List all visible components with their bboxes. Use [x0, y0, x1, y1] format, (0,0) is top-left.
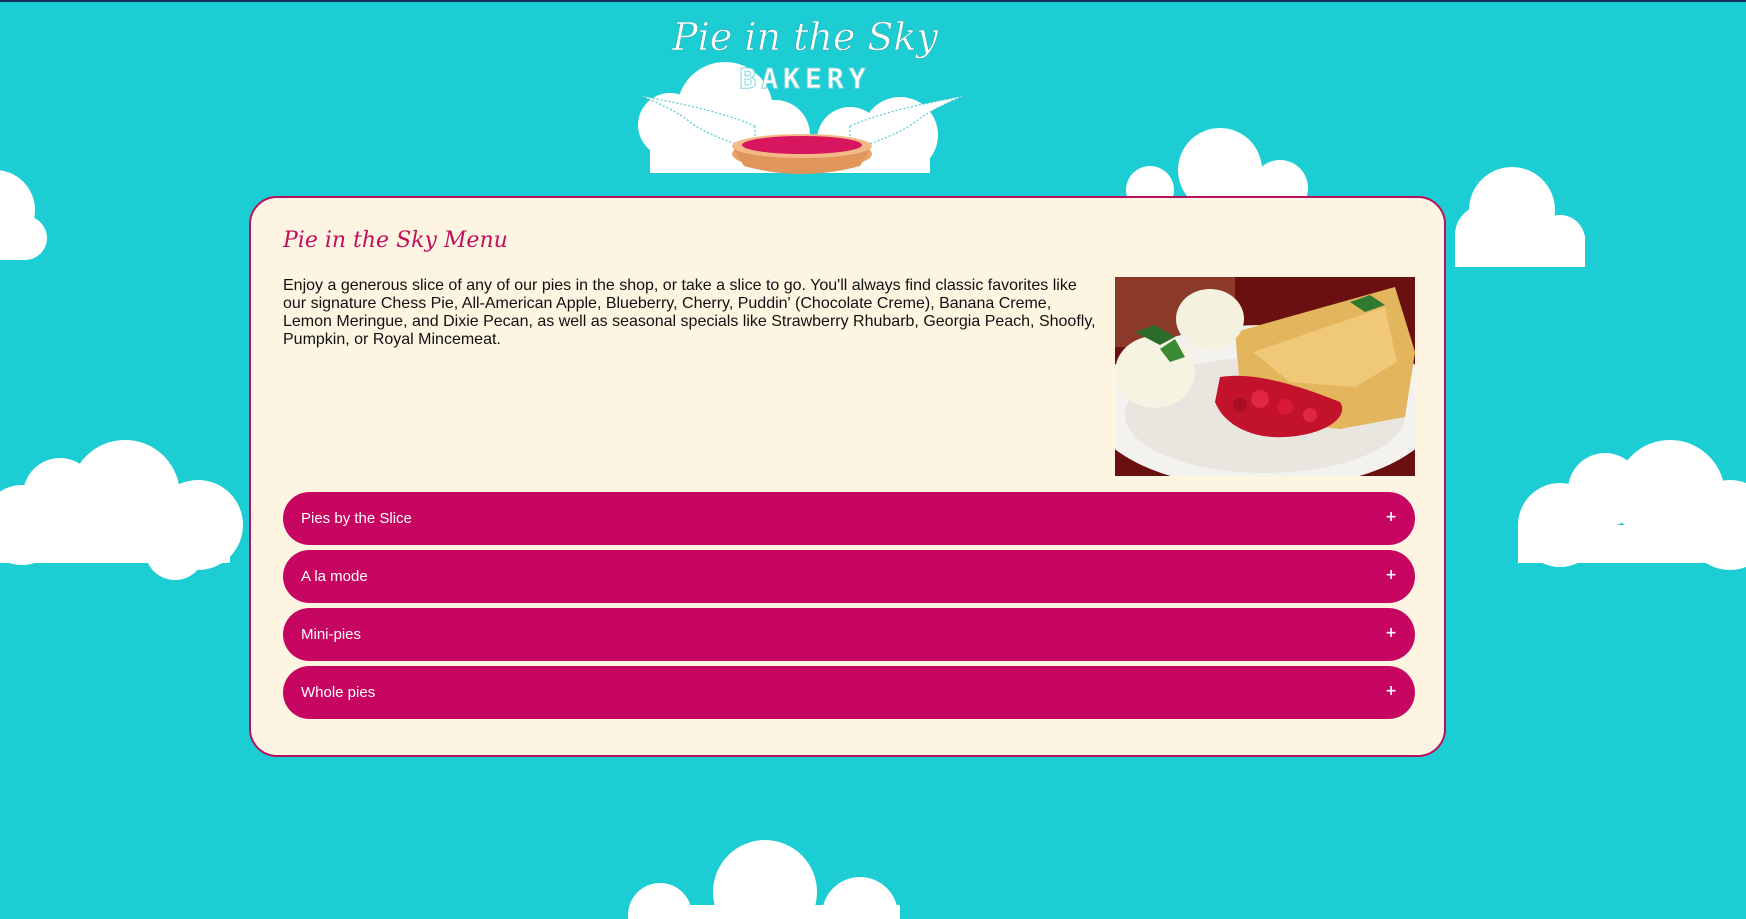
- menu-title: Pie in the Sky Menu: [283, 228, 508, 253]
- cloud-bottom: [628, 840, 900, 919]
- cloud-left-middle: [0, 440, 243, 580]
- accordion-label: Mini-pies: [301, 626, 362, 643]
- cloud-right-middle: [1518, 440, 1746, 570]
- pie-photo: [1115, 277, 1415, 476]
- cloud-left-top: [0, 170, 47, 260]
- menu-panel: Pie in the Sky Menu Enjoy a generous sli…: [249, 196, 1446, 757]
- menu-accordion: Pies by the Slice + A la mode + Mini-pie…: [283, 492, 1415, 724]
- menu-intro-text: Enjoy a generous slice of any of our pie…: [283, 277, 1096, 348]
- plus-icon[interactable]: +: [1385, 550, 1397, 601]
- accordion-label: A la mode: [301, 568, 368, 585]
- accordion-mini-pies[interactable]: Mini-pies +: [283, 608, 1415, 661]
- accordion-a-la-mode[interactable]: A la mode +: [283, 550, 1415, 603]
- accordion-label: Whole pies: [301, 684, 376, 701]
- accordion-label: Pies by the Slice: [301, 510, 412, 527]
- logo-bakery-text: BAKERY: [739, 62, 870, 95]
- bakery-logo[interactable]: Pie in the Sky BAKERY: [630, 4, 980, 184]
- plus-icon[interactable]: +: [1385, 666, 1397, 717]
- accordion-whole-pies[interactable]: Whole pies +: [283, 666, 1415, 719]
- accordion-pies-by-the-slice[interactable]: Pies by the Slice +: [283, 492, 1415, 545]
- plus-icon[interactable]: +: [1385, 492, 1397, 543]
- logo-script-text: Pie in the Sky: [671, 15, 938, 59]
- pie-icon: [732, 134, 872, 174]
- plus-icon[interactable]: +: [1385, 608, 1397, 659]
- cloud-right-top: [1455, 167, 1585, 267]
